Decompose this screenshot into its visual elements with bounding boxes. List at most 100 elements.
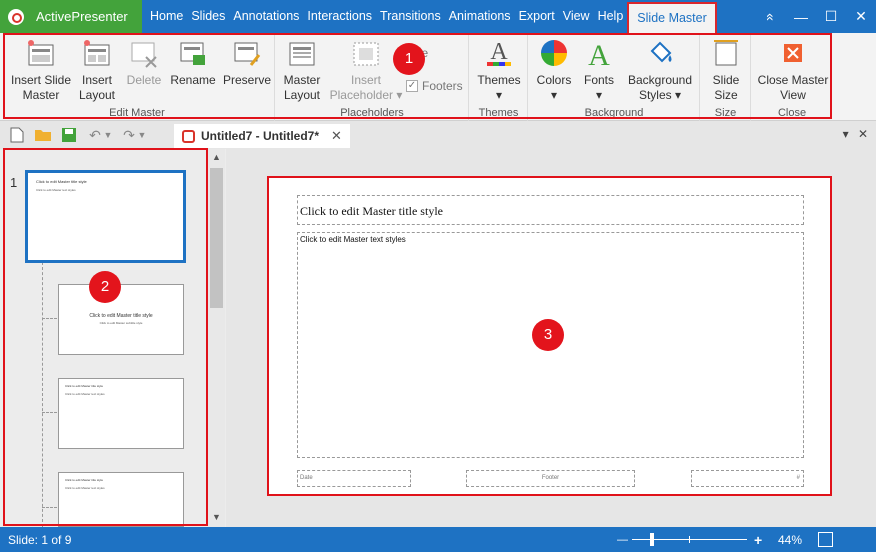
zoom-slider[interactable]: [632, 533, 747, 546]
menu-home[interactable]: Home: [146, 0, 187, 33]
date-placeholder-text: Date: [300, 475, 313, 481]
close-button[interactable]: ✕: [846, 8, 876, 25]
insert-slide-master-icon: [28, 40, 54, 66]
tab-list-dropdown-icon[interactable]: ▾: [843, 127, 849, 141]
master-layout-button[interactable]: Master Layout: [280, 37, 324, 103]
master-slide-thumbnail[interactable]: Click to edit Master title style Click t…: [25, 170, 186, 263]
menu-help[interactable]: Help: [594, 0, 628, 33]
ribbon: Insert Slide Master Insert Layout Delete…: [0, 33, 876, 121]
menu-view[interactable]: View: [559, 0, 594, 33]
layout-thumbnail[interactable]: Click to edit Master title style Click t…: [58, 472, 184, 527]
close-master-view-button[interactable]: Close Master View: [754, 37, 832, 103]
layout-thumbnail[interactable]: Click to edit Master title style Click t…: [58, 378, 184, 449]
slide-size-icon: [714, 40, 738, 66]
themes-button[interactable]: A Themes ▾: [474, 37, 524, 103]
layout-tree-branch: [42, 507, 57, 508]
fit-to-window-icon[interactable]: [818, 532, 833, 547]
layout-tree-branch: [42, 412, 57, 413]
insert-placeholder-button[interactable]: Insert Placeholder ▾: [328, 37, 404, 103]
colors-button[interactable]: Colors ▾: [533, 37, 575, 103]
group-background: Colors ▾ A Fonts ▾ Background Styles ▾ B…: [529, 33, 700, 121]
menu-interactions[interactable]: Interactions: [303, 0, 376, 33]
menu-export[interactable]: Export: [515, 0, 559, 33]
badge-canvas: 3: [532, 319, 564, 351]
colors-icon: [541, 40, 567, 66]
minimize-button[interactable]: —: [786, 9, 816, 25]
save-icon[interactable]: [60, 126, 78, 144]
badge-slide-panel: 2: [89, 271, 121, 303]
thumb-text: Click to edit Master text styles: [36, 188, 76, 192]
title-placeholder[interactable]: Click to edit Master title style: [297, 195, 804, 225]
badge-ribbon: 1: [393, 43, 425, 75]
zoom-level: 44%: [778, 532, 803, 547]
title-bar: ActivePresenter Home Slides Annotations …: [0, 0, 876, 33]
menu-slides[interactable]: Slides: [187, 0, 229, 33]
fonts-button[interactable]: A Fonts ▾: [579, 37, 619, 103]
zoom-slider-thumb[interactable]: [650, 533, 654, 546]
group-label-size: Size: [714, 107, 737, 119]
thumb-text: Click to edit Master text styles: [65, 486, 105, 490]
footers-checkbox-row[interactable]: ✓ Footers: [406, 79, 463, 93]
tab-controls: ▾ ✕: [843, 127, 868, 141]
preserve-icon: [234, 42, 261, 66]
rename-button[interactable]: Rename: [170, 37, 216, 88]
close-master-view-icon: [784, 44, 802, 62]
layout-thumbnail[interactable]: Click to edit Master title style Click t…: [58, 284, 184, 355]
insert-layout-button[interactable]: Insert Layout: [76, 37, 118, 103]
new-file-icon[interactable]: [8, 126, 26, 144]
menu-transitions[interactable]: Transitions: [376, 0, 445, 33]
document-tab-close-icon[interactable]: ✕: [331, 128, 342, 144]
footers-label: Footers: [422, 79, 463, 93]
insert-slide-master-button[interactable]: Insert Slide Master: [8, 37, 74, 103]
menu-annotations[interactable]: Annotations: [229, 0, 303, 33]
thumb-title: Click to edit Master title style: [36, 179, 87, 184]
document-tab[interactable]: Untitled7 - Untitled7* ✕: [174, 124, 350, 148]
zoom-slider-center-tick: [689, 536, 690, 543]
footer-placeholder[interactable]: Footer: [466, 470, 635, 487]
delete-button[interactable]: Delete: [124, 37, 164, 88]
undo-dropdown-icon[interactable]: ▼: [104, 126, 113, 144]
background-styles-button[interactable]: Background Styles ▾: [623, 37, 697, 103]
slide-number: 1: [10, 175, 18, 190]
date-placeholder[interactable]: Date: [297, 470, 411, 487]
redo-dropdown-icon[interactable]: ▼: [138, 126, 147, 144]
zoom-out-button[interactable]: —: [617, 534, 628, 546]
window-controls: « — ☐ ✕: [756, 0, 876, 33]
scroll-up-icon[interactable]: ▲: [212, 152, 221, 162]
rename-icon: [180, 42, 205, 65]
open-folder-icon[interactable]: [34, 126, 52, 144]
layout-tree-line: [42, 262, 43, 527]
tab-close-all-icon[interactable]: ✕: [858, 127, 868, 141]
group-edit-master: Insert Slide Master Insert Layout Delete…: [0, 33, 275, 121]
group-label-edit-master: Edit Master: [109, 107, 165, 119]
themes-icon: A: [487, 39, 511, 66]
footers-checkbox[interactable]: ✓: [406, 80, 418, 92]
maximize-button[interactable]: ☐: [816, 8, 846, 25]
group-label-themes: Themes: [478, 107, 519, 119]
scroll-down-icon[interactable]: ▼: [212, 512, 221, 522]
app-brand[interactable]: ActivePresenter: [0, 0, 142, 33]
slide-size-button[interactable]: Slide Size: [705, 37, 747, 103]
redo-icon[interactable]: ↷: [120, 126, 138, 144]
menu-animations[interactable]: Animations: [445, 0, 515, 33]
title-placeholder-text: Click to edit Master title style: [300, 204, 443, 218]
slide-number-placeholder[interactable]: #: [691, 470, 804, 487]
ribbon-collapse-button[interactable]: «: [763, 2, 779, 32]
thumb-title: Click to edit Master title style: [89, 313, 153, 319]
menu-slide-master[interactable]: Slide Master: [627, 2, 717, 33]
app-name: ActivePresenter: [36, 9, 128, 24]
insert-placeholder-icon: [353, 42, 379, 66]
zoom-in-button[interactable]: +: [754, 532, 762, 548]
document-icon: [182, 129, 195, 143]
document-tab-title: Untitled7 - Untitled7*: [201, 129, 320, 143]
app-logo-icon: [8, 8, 24, 25]
undo-icon[interactable]: ↶: [86, 126, 104, 144]
group-label-placeholders: Placeholders: [340, 107, 404, 119]
group-size: Slide Size Size: [701, 33, 751, 121]
menu-bar: Home Slides Annotations Interactions Tra…: [146, 0, 717, 33]
master-layout-icon: [289, 42, 315, 66]
preserve-button[interactable]: Preserve: [222, 37, 272, 88]
thumb-title: Click to edit Master title style: [65, 478, 104, 482]
scrollbar-thumb[interactable]: [210, 168, 223, 308]
footer-placeholder-text: Footer: [541, 475, 560, 481]
